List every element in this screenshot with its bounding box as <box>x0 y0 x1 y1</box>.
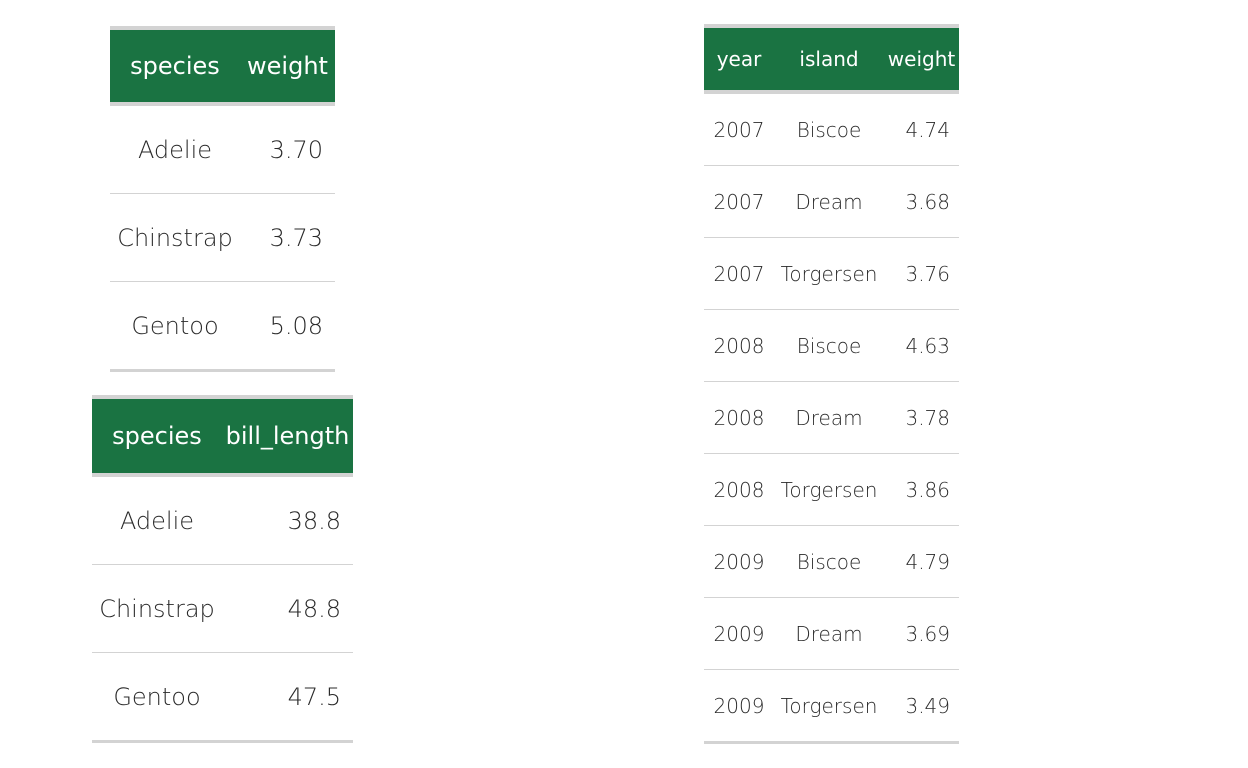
table-row: 2007 Biscoe 4.74 <box>704 92 959 166</box>
table-row: Adelie 3.70 <box>110 104 335 194</box>
cell-year: 2007 <box>704 237 774 310</box>
cell-species: Gentoo <box>110 281 240 372</box>
header-row: species weight <box>110 28 335 104</box>
cell-weight: 3.49 <box>884 669 959 744</box>
column-header-species: species <box>130 52 220 80</box>
table-header: year island weight <box>704 26 959 92</box>
cell-island: Torgersen <box>774 237 884 310</box>
cell-year: 2009 <box>704 525 774 598</box>
cell-species: Chinstrap <box>92 564 222 653</box>
table-row: 2008 Dream 3.78 <box>704 381 959 454</box>
cell-bill-length: 38.8 <box>222 475 353 565</box>
table-row: Chinstrap 48.8 <box>92 564 353 653</box>
cell-island: Torgersen <box>774 669 884 744</box>
table-row: 2008 Biscoe 4.63 <box>704 309 959 382</box>
cell-weight: 3.73 <box>240 193 335 282</box>
table-row: 2007 Dream 3.68 <box>704 165 959 238</box>
header-row: year island weight <box>704 26 959 92</box>
table-row: 2009 Dream 3.69 <box>704 597 959 670</box>
cell-bill-length: 48.8 <box>222 564 353 653</box>
cell-year: 2007 <box>704 165 774 238</box>
header-row: species bill_length <box>92 397 353 475</box>
column-header-species: species <box>112 422 202 450</box>
table-row: 2009 Biscoe 4.79 <box>704 525 959 598</box>
column-header-year: year <box>716 47 762 71</box>
cell-year: 2007 <box>704 92 774 166</box>
cell-bill-length: 47.5 <box>222 652 353 743</box>
cell-year: 2009 <box>704 597 774 670</box>
column-header-island: island <box>799 47 859 71</box>
cell-weight: 4.74 <box>884 92 959 166</box>
column-header-weight: weight <box>887 47 956 71</box>
table-row: Adelie 38.8 <box>92 475 353 565</box>
cell-island: Biscoe <box>774 309 884 382</box>
cell-species: Chinstrap <box>110 193 240 282</box>
cell-year: 2009 <box>704 669 774 744</box>
cell-weight: 3.78 <box>884 381 959 454</box>
column-header-bill-length: bill_length <box>225 422 350 450</box>
table-row: 2007 Torgersen 3.76 <box>704 237 959 310</box>
cell-island: Dream <box>774 165 884 238</box>
cell-island: Biscoe <box>774 92 884 166</box>
column-header-weight: weight <box>247 52 328 80</box>
cell-weight: 3.69 <box>884 597 959 670</box>
table-row: 2009 Torgersen 3.49 <box>704 669 959 744</box>
cell-weight: 5.08 <box>240 281 335 372</box>
cell-weight: 3.76 <box>884 237 959 310</box>
cell-year: 2008 <box>704 381 774 454</box>
cell-species: Gentoo <box>92 652 222 743</box>
table-row: Chinstrap 3.73 <box>110 193 335 282</box>
cell-species: Adelie <box>92 475 222 565</box>
cell-weight: 4.63 <box>884 309 959 382</box>
cell-island: Torgersen <box>774 453 884 526</box>
cell-island: Dream <box>774 597 884 670</box>
table-row: Gentoo 47.5 <box>92 652 353 743</box>
table-row: Gentoo 5.08 <box>110 281 335 372</box>
year-island-weight-table: year island weight 2007 Biscoe 4.74 2007… <box>704 24 959 744</box>
cell-island: Biscoe <box>774 525 884 598</box>
cell-island: Dream <box>774 381 884 454</box>
table-row: 2008 Torgersen 3.86 <box>704 453 959 526</box>
cell-weight: 3.70 <box>240 104 335 194</box>
cell-weight: 3.68 <box>884 165 959 238</box>
cell-species: Adelie <box>110 104 240 194</box>
cell-weight: 4.79 <box>884 525 959 598</box>
cell-year: 2008 <box>704 453 774 526</box>
table-header: species bill_length <box>92 397 353 475</box>
species-weight-table: species weight Adelie 3.70 Chinstrap 3.7… <box>110 26 335 372</box>
species-bill-length-table: species bill_length Adelie 38.8 Chinstra… <box>92 395 353 743</box>
cell-year: 2008 <box>704 309 774 382</box>
cell-weight: 3.86 <box>884 453 959 526</box>
table-header: species weight <box>110 28 335 104</box>
